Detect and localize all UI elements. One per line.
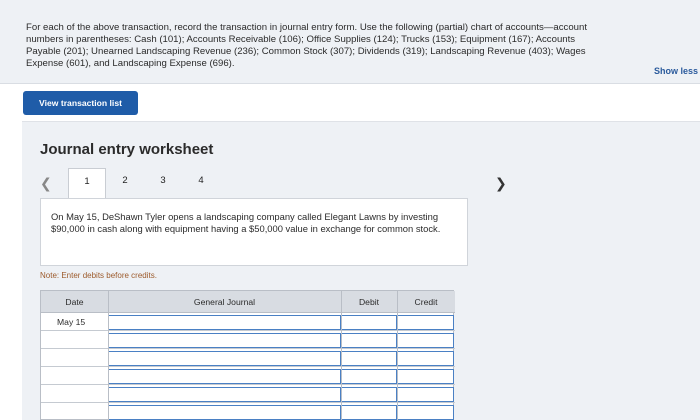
debit-input[interactable]	[341, 369, 397, 384]
entry-note: Note: Enter debits before credits.	[40, 271, 157, 280]
credit-input[interactable]	[397, 369, 454, 384]
date-cell: May 15	[57, 317, 86, 327]
debit-input[interactable]	[341, 333, 397, 348]
worksheet-title: Journal entry worksheet	[40, 141, 214, 158]
account-input[interactable]	[108, 315, 341, 330]
instructions-text: For each of the above transaction, recor…	[26, 22, 587, 69]
debit-input[interactable]	[341, 351, 397, 366]
journal-table: Date General Journal Debit Credit May 15	[40, 290, 455, 420]
journal-header-row: Date General Journal Debit Credit	[41, 291, 455, 313]
chevron-right-icon[interactable]: ❯	[495, 168, 507, 198]
credit-input[interactable]	[397, 315, 454, 330]
transaction-description: On May 15, DeShawn Tyler opens a landsca…	[40, 198, 468, 266]
table-row	[41, 367, 455, 385]
header-credit: Credit	[414, 297, 438, 307]
table-row	[41, 385, 455, 403]
account-input[interactable]	[108, 405, 341, 420]
credit-input[interactable]	[397, 387, 454, 402]
table-row	[41, 403, 455, 420]
debit-input[interactable]	[341, 387, 397, 402]
account-input[interactable]	[108, 351, 341, 366]
debit-input[interactable]	[341, 405, 397, 420]
instructions-banner: For each of the above transaction, recor…	[0, 0, 700, 84]
date-cell	[41, 349, 108, 367]
column-divider	[341, 291, 342, 420]
date-cell	[41, 331, 108, 349]
page-tab-4[interactable]: 4	[182, 168, 220, 200]
column-divider	[108, 291, 109, 420]
page-tab-1[interactable]: 1	[68, 168, 106, 200]
table-row	[41, 331, 455, 349]
credit-input[interactable]	[397, 405, 454, 420]
account-input[interactable]	[108, 387, 341, 402]
date-cell	[41, 385, 108, 403]
page-tab-3[interactable]: 3	[144, 168, 182, 200]
table-row: May 15	[41, 313, 455, 331]
page-tab-2[interactable]: 2	[106, 168, 144, 200]
transaction-text: On May 15, DeShawn Tyler opens a landsca…	[51, 211, 441, 235]
date-cell	[41, 367, 108, 385]
view-transaction-list-button[interactable]: View transaction list	[23, 91, 138, 115]
credit-input[interactable]	[397, 333, 454, 348]
debit-input[interactable]	[341, 315, 397, 330]
credit-input[interactable]	[397, 351, 454, 366]
page-navigator: ❮ 1 2 3 4 ❯	[40, 168, 520, 200]
account-input[interactable]	[108, 333, 341, 348]
show-less-link[interactable]: Show less	[654, 66, 698, 76]
account-input[interactable]	[108, 369, 341, 384]
chevron-left-icon[interactable]: ❮	[40, 168, 52, 198]
column-divider	[397, 291, 398, 420]
table-row	[41, 349, 455, 367]
date-cell	[41, 403, 108, 420]
header-debit: Debit	[358, 297, 380, 307]
header-general-journal: General Journal	[193, 297, 256, 307]
header-date: Date	[65, 297, 84, 307]
